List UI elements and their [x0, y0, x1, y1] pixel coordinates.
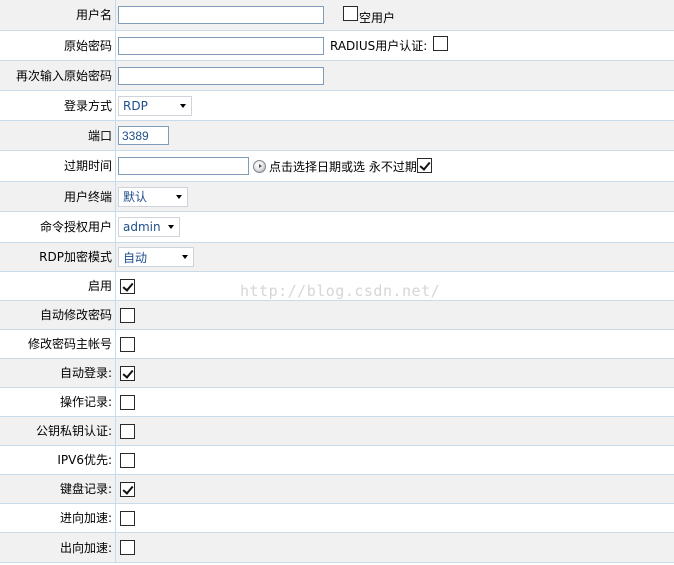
chevron-down-icon: [182, 255, 188, 259]
option-row: IPV6优先:: [0, 446, 674, 475]
option-row: 键盘记录:: [0, 475, 674, 504]
orig-password-label: 原始密码: [63, 39, 112, 53]
row-login-method: 登录方式 RDP: [0, 91, 674, 121]
option-checkbox[interactable]: [120, 481, 135, 497]
option-label: 自动登录:: [59, 366, 112, 380]
terminal-label: 用户终端: [63, 190, 112, 204]
row-port: 端口: [0, 121, 674, 151]
terminal-value: 默认: [123, 190, 148, 204]
chevron-down-icon: [176, 194, 182, 199]
confirm-password-input[interactable]: [118, 66, 324, 85]
login-method-label: 登录方式: [63, 99, 112, 113]
option-checkbox[interactable]: [120, 510, 135, 526]
login-method-select[interactable]: RDP: [118, 95, 192, 116]
option-checkbox-list: 启用自动修改密码修改密码主帐号自动登录: 操作记录: 公钥私钥认证: IPV6优先: 键…: [0, 272, 674, 563]
option-checkbox[interactable]: [120, 423, 135, 439]
chevron-down-icon: [168, 225, 174, 229]
option-label: 键盘记录:: [59, 482, 112, 496]
radius-checkbox[interactable]: [433, 36, 449, 51]
option-row: 公钥私钥认证:: [0, 417, 674, 446]
expire-date-input[interactable]: [118, 157, 249, 175]
expire-hint: 点击选择日期或选 永不过期: [269, 159, 417, 174]
option-row: 修改密码主帐号: [0, 330, 674, 359]
rdp-encrypt-label: RDP加密模式: [39, 250, 112, 264]
option-row: 出向加速:: [0, 533, 674, 563]
row-username: 用户名 空用户: [0, 0, 674, 31]
port-label: 端口: [87, 129, 112, 143]
row-orig-password: 原始密码 RADIUS用户认证:: [0, 31, 674, 61]
check-icon: [122, 279, 134, 292]
confirm-password-label: 再次输入原始密码: [15, 69, 112, 83]
empty-user-label: 空用户: [359, 10, 396, 25]
option-label: 出向加速:: [59, 541, 112, 555]
option-checkbox[interactable]: [120, 336, 135, 352]
login-method-value: RDP: [123, 98, 148, 113]
orig-password-input[interactable]: [118, 36, 324, 55]
option-checkbox[interactable]: [120, 307, 135, 323]
option-row: 自动登录:: [0, 359, 674, 388]
option-label: 操作记录:: [59, 395, 112, 409]
username-label: 用户名: [75, 8, 112, 22]
option-row: 启用: [0, 272, 674, 301]
expire-label: 过期时间: [63, 159, 112, 173]
cmd-user-label: 命令授权用户: [39, 220, 112, 234]
option-checkbox[interactable]: [120, 365, 135, 381]
row-confirm-password: 再次输入原始密码: [0, 61, 674, 91]
row-cmd-user: 命令授权用户 admin: [0, 212, 674, 243]
option-label: IPV6优先:: [57, 453, 112, 467]
option-label: 自动修改密码: [39, 308, 112, 322]
option-row: 操作记录:: [0, 388, 674, 417]
never-expire-checkbox[interactable]: [416, 157, 432, 173]
radius-label: RADIUS用户认证:: [330, 39, 428, 53]
cmd-user-select[interactable]: admin: [118, 217, 180, 237]
check-icon: [122, 482, 134, 495]
calendar-clock-icon[interactable]: [253, 159, 266, 173]
row-rdp-encrypt: RDP加密模式 自动: [0, 243, 674, 272]
option-label: 进向加速:: [59, 511, 112, 525]
rdp-encrypt-select[interactable]: 自动: [118, 247, 194, 267]
check-icon: [419, 158, 431, 171]
row-terminal: 用户终端 默认: [0, 182, 674, 212]
empty-user-checkbox[interactable]: [343, 5, 358, 21]
row-expire: 过期时间 点击选择日期或选 永不过期: [0, 151, 674, 182]
terminal-select[interactable]: 默认: [118, 186, 188, 207]
option-row: 自动修改密码: [0, 301, 674, 330]
option-row: 进向加速:: [0, 504, 674, 533]
option-label: 修改密码主帐号: [27, 337, 112, 351]
cmd-user-value: admin: [123, 220, 161, 234]
account-form: 用户名 空用户 原始密码 RADIUS用户认证: 再次输入原始密码 登录方式 R…: [0, 0, 674, 563]
chevron-down-icon: [180, 103, 186, 108]
rdp-encrypt-value: 自动: [123, 250, 148, 265]
option-checkbox[interactable]: [120, 540, 135, 555]
option-label: 公钥私钥认证:: [35, 424, 112, 438]
option-label: 启用: [87, 279, 112, 293]
check-icon: [122, 366, 134, 379]
option-checkbox[interactable]: [120, 452, 135, 468]
username-input[interactable]: [118, 6, 324, 24]
option-checkbox[interactable]: [120, 394, 135, 410]
option-checkbox[interactable]: [120, 278, 135, 294]
port-input[interactable]: [118, 126, 169, 145]
